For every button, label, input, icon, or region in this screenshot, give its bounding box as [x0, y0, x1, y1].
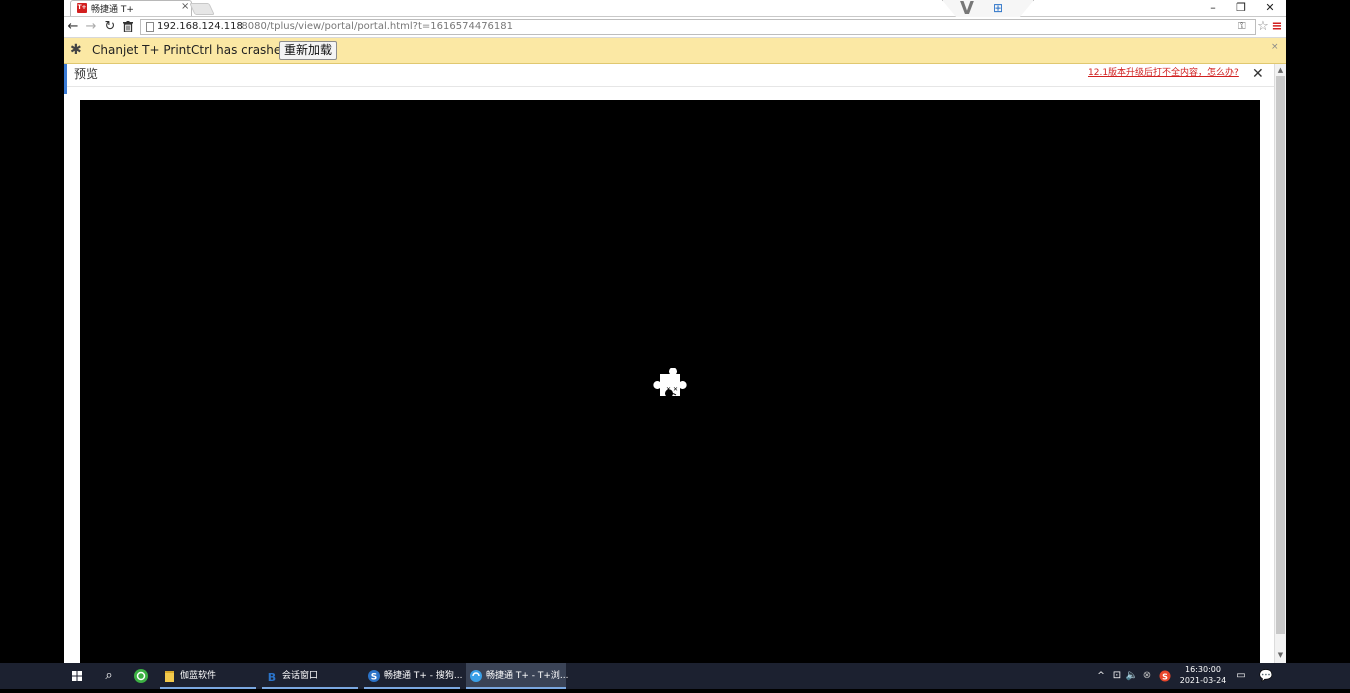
folder-icon [165, 671, 174, 682]
preview-title: 预览 [74, 67, 99, 81]
key-icon[interactable]: ⚿ [1238, 20, 1246, 34]
trash-icon[interactable] [119, 17, 137, 37]
taskbar-app-label: 畅捷通 T+ - T+浏... [486, 671, 569, 681]
clock-time: 16:30:00 [1185, 665, 1221, 674]
preview-accent-bar [64, 64, 67, 94]
preview-dialog-header: 预览 12.1版本升级后打不全内容，怎么办? ✕ [64, 64, 1274, 94]
sogou-s-letter: S [1162, 673, 1168, 682]
reload-icon[interactable]: ↻ [101, 17, 119, 37]
back-arrow-icon[interactable]: ← [64, 17, 82, 37]
url-path: :8080/tplus/view/portal/portal.html?t=16… [238, 21, 513, 32]
taskbar-app-chat[interactable]: B 会话窗口 [262, 663, 358, 689]
scrollbar-thumb[interactable] [1276, 76, 1285, 634]
vertical-scrollbar[interactable]: ▲ ▼ [1274, 64, 1286, 663]
crashed-plugin-puzzle-icon: ✕ ✕ [653, 368, 687, 396]
action-center-icon[interactable]: 💬 [1256, 663, 1276, 689]
green-circle-app-icon [134, 669, 148, 683]
taskbar-app-sogou[interactable]: S 畅捷通 T+ - 搜狗... [364, 663, 463, 689]
system-clock[interactable]: 16:30:00 2021-03-24 [1176, 665, 1230, 687]
window-close-button[interactable]: ✕ [1256, 0, 1284, 16]
svg-text:S: S [371, 673, 377, 683]
windows-logo-icon [72, 671, 82, 681]
tplus-browser-icon [470, 670, 482, 682]
page-icon [146, 22, 154, 32]
infobar-close-icon[interactable]: × [1271, 42, 1279, 52]
tray-status-icon[interactable]: ⊗ [1140, 663, 1154, 689]
tray-expand-chevron-icon[interactable]: ^ [1094, 663, 1108, 689]
sogou-input-icon[interactable]: S [1158, 663, 1172, 689]
tab-title: 畅捷通 T+ [91, 5, 134, 15]
crashed-plugin-area: ✕ ✕ [80, 100, 1260, 663]
clock-date: 2021-03-24 [1179, 676, 1227, 685]
crash-message: Chanjet T+ PrintCtrl has crashed. [92, 43, 293, 57]
tab-active[interactable]: T+ 畅捷通 T+ × [70, 0, 192, 16]
taskbar-app-tplus-browser[interactable]: 畅捷通 T+ - T+浏... [466, 663, 569, 689]
brand-v-icon: V [960, 0, 974, 19]
browser-window: T+ 畅捷通 T+ × V ⊞ – ❐ ✕ ← → ↻ 192.168.124.… [64, 0, 1286, 663]
taskbar-app-label: 会话窗口 [282, 671, 319, 681]
tplus-favicon-icon: T+ [77, 3, 87, 13]
address-bar[interactable]: 192.168.124.118 :8080/tplus/view/portal/… [140, 19, 1256, 35]
chat-app-icon: B [268, 671, 276, 682]
sogou-browser-icon: S [368, 670, 380, 682]
crashed-puzzle-icon: ✱ [70, 42, 82, 58]
trash-icon-svg [123, 21, 133, 33]
tab-close-icon[interactable]: × [181, 1, 189, 12]
reload-plugin-button[interactable]: 重新加载 [279, 41, 338, 60]
start-button[interactable] [64, 663, 90, 689]
scroll-up-arrow-icon[interactable]: ▲ [1275, 64, 1286, 76]
browser-menu-icon[interactable]: ≡ [1270, 17, 1284, 37]
sogou-s-icon: S [1159, 670, 1171, 682]
scroll-down-arrow-icon[interactable]: ▼ [1275, 649, 1286, 661]
url-host: 192.168.124.118 [157, 21, 243, 32]
forward-arrow-icon[interactable]: → [82, 17, 100, 37]
windows-taskbar: ⌕ 伽蓝软件 B 会话窗口 S 畅捷通 T+ - 搜狗... 畅捷通 T+ - … [0, 663, 1350, 689]
new-tab-button[interactable] [189, 3, 215, 15]
search-icon[interactable]: ⌕ [96, 663, 122, 689]
svg-text:B: B [268, 671, 276, 682]
pinned-app-green-icon[interactable] [128, 663, 154, 689]
taskbar-app-label: 畅捷通 T+ - 搜狗... [384, 671, 463, 681]
plugin-crash-infobar: ✱ Chanjet T+ PrintCtrl has crashed. 重新加载… [64, 38, 1286, 64]
notification-icon[interactable]: ▭ [1232, 663, 1250, 689]
preview-close-icon[interactable]: ✕ [1252, 65, 1264, 83]
upgrade-help-link[interactable]: 12.1版本升级后打不全内容，怎么办? [1088, 68, 1239, 79]
brand-grid-icon[interactable]: ⊞ [993, 2, 1003, 14]
network-icon[interactable]: ⊡ [1110, 663, 1124, 689]
tab-strip: T+ 畅捷通 T+ × V ⊞ – ❐ ✕ [64, 0, 1286, 20]
minimize-button[interactable]: – [1199, 0, 1227, 16]
svg-text:✕ ✕: ✕ ✕ [666, 386, 678, 393]
volume-icon[interactable]: 🔈 [1125, 663, 1139, 689]
taskbar-app-folder[interactable]: 伽蓝软件 [160, 663, 256, 689]
maximize-button[interactable]: ❐ [1227, 0, 1255, 16]
browser-toolbar: ← → ↻ 192.168.124.118 :8080/tplus/view/p… [64, 17, 1286, 38]
taskbar-app-label: 伽蓝软件 [180, 671, 217, 681]
